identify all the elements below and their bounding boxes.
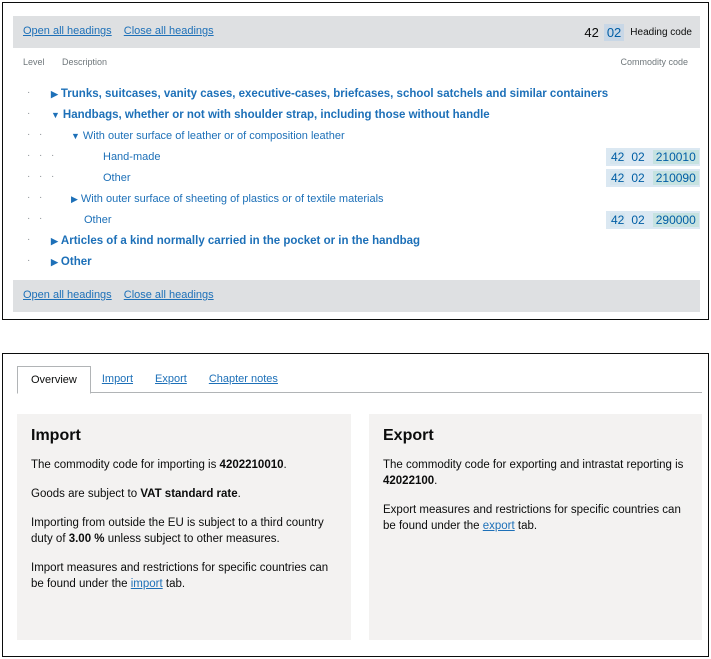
level-dots: · (27, 108, 31, 119)
tree-row: · ▶ Trunks, suitcases, vanity cases, exec… (13, 83, 700, 104)
tree-heading-toggle[interactable]: ▶ Articles of a kind normally carried in … (51, 235, 420, 247)
level-dots: · (27, 234, 31, 245)
commodity-link[interactable]: Other (84, 214, 112, 226)
triangle-right-icon: ▶ (71, 193, 78, 204)
level-dots: · · (27, 129, 43, 140)
legend-label: Heading code (630, 27, 692, 38)
import-card: Import The commodity code for importing … (17, 414, 351, 640)
export-code-text: The commodity code for exporting and int… (383, 459, 684, 487)
heading-code-legend: 42 02 Heading code (584, 24, 692, 41)
import-vat-text: Goods are subject to VAT standard rate. (31, 488, 241, 500)
import-duty-text: Importing from outside the EU is subject… (31, 517, 324, 545)
triangle-right-icon: ▶ (51, 235, 58, 246)
commodity-link[interactable]: Hand-made (103, 151, 160, 163)
tab-overview[interactable]: Overview (17, 366, 91, 394)
level-dots: · · (27, 192, 43, 203)
level-dots: · · · (27, 171, 55, 182)
duty-rate: 3.00 % (68, 533, 105, 545)
export-tab-link[interactable]: export (483, 520, 515, 532)
column-header-level: Level (23, 57, 45, 67)
commodity-tree-panel: Open all headings Close all headings 42 … (2, 2, 709, 320)
tree-row: · · · Other 42 02 210090 (13, 167, 700, 188)
tab-import[interactable]: Import (91, 366, 144, 392)
column-header-commodity-code: Commodity code (620, 57, 688, 67)
tab-export[interactable]: Export (144, 366, 198, 392)
tree-heading-toggle[interactable]: ▶ Other (51, 256, 92, 268)
level-dots: · · (27, 213, 43, 224)
tree-heading-toggle[interactable]: ▼ Handbags, whether or not with shoulder … (51, 109, 490, 121)
tree-heading-toggle[interactable]: ▼ With outer surface of leather or of com… (71, 130, 345, 142)
level-dots: · · · (27, 150, 55, 161)
commodity-code-box: 42 02 210010 (606, 148, 700, 166)
export-title: Export (383, 427, 434, 444)
tree-row: · · Other 42 02 290000 (13, 209, 700, 230)
triangle-down-icon: ▼ (51, 109, 60, 120)
open-all-headings-link[interactable]: Open all headings (23, 289, 112, 301)
export-commodity-code: 42022100 (383, 475, 435, 487)
vat-rate: VAT standard rate (140, 488, 238, 500)
import-commodity-code: 4202210010 (219, 459, 284, 471)
tree-toolbar-top: Open all headings Close all headings 42 … (13, 16, 700, 48)
tree-row: · · · Hand-made 42 02 210010 (13, 146, 700, 167)
import-tab-link[interactable]: import (131, 578, 163, 590)
commodity-code-box: 42 02 210090 (606, 169, 700, 187)
column-header-description: Description (62, 57, 108, 67)
triangle-right-icon: ▶ (51, 88, 58, 99)
import-measures-text: Import measures and restrictions for spe… (31, 562, 329, 590)
commodity-code-box: 42 02 290000 (606, 211, 700, 229)
import-title: Import (31, 427, 81, 444)
triangle-down-icon: ▼ (71, 130, 80, 141)
tree-heading-toggle[interactable]: ▶ Trunks, suitcases, vanity cases, execut… (51, 88, 608, 100)
triangle-right-icon: ▶ (51, 256, 58, 267)
export-card: Export The commodity code for exporting … (369, 414, 702, 640)
close-all-headings-link[interactable]: Close all headings (124, 25, 214, 37)
tree-toolbar-bottom: Open all headings Close all headings (13, 280, 700, 312)
import-code-text: The commodity code for importing is 4202… (31, 459, 287, 471)
export-measures-text: Export measures and restrictions for spe… (383, 504, 681, 532)
close-all-headings-link[interactable]: Close all headings (124, 289, 214, 301)
level-dots: · (27, 255, 31, 266)
tree-heading-toggle[interactable]: ▶ With outer surface of sheeting of plast… (71, 193, 384, 205)
overview-tabs: Overview Import Export Chapter notes (17, 366, 702, 394)
tree-row: · · ▼ With outer surface of leather or of … (13, 125, 700, 146)
tree-row: · ▶ Other (13, 251, 700, 272)
tree-row: · · ▶ With outer surface of sheeting of pl… (13, 188, 700, 209)
tree-row: · ▶ Articles of a kind normally carried i… (13, 230, 700, 251)
legend-heading: 02 (603, 24, 625, 41)
commodity-tree: · ▶ Trunks, suitcases, vanity cases, exec… (13, 83, 700, 272)
tab-chapter-notes[interactable]: Chapter notes (198, 366, 289, 392)
level-dots: · (27, 87, 31, 98)
tree-row: · ▼ Handbags, whether or not with shoulde… (13, 104, 700, 125)
open-all-headings-link[interactable]: Open all headings (23, 25, 112, 37)
overview-panel: Overview Import Export Chapter notes Imp… (2, 353, 709, 657)
commodity-link[interactable]: Other (103, 172, 131, 184)
legend-chapter: 42 (584, 25, 599, 40)
